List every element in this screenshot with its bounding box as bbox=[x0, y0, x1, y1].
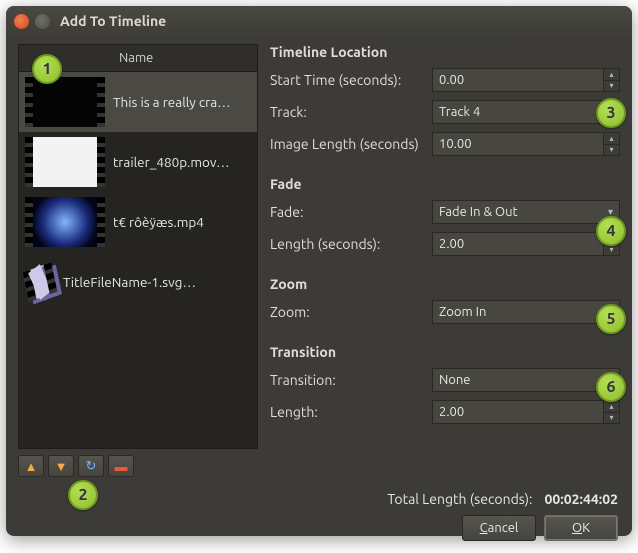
fade-length-input[interactable]: 2.00 ▴▾ bbox=[432, 232, 620, 256]
cancel-button[interactable]: Cancel bbox=[462, 515, 536, 541]
callout-badge-3: 3 bbox=[596, 98, 626, 128]
section-title-zoom: Zoom bbox=[270, 276, 620, 292]
section-title-fade: Fade bbox=[270, 176, 620, 192]
move-up-button[interactable]: ▲ bbox=[18, 455, 44, 477]
minimize-icon[interactable] bbox=[35, 14, 50, 29]
transition-select[interactable]: None ▾ bbox=[432, 368, 620, 392]
callout-badge-4: 4 bbox=[596, 216, 626, 246]
file-name: This is a really cra… bbox=[113, 94, 231, 110]
transition-length-label: Length: bbox=[270, 404, 432, 420]
shuffle-button[interactable]: ↻ bbox=[78, 455, 104, 477]
callout-badge-6: 6 bbox=[596, 372, 626, 402]
zoom-label: Zoom: bbox=[270, 304, 432, 320]
image-length-label: Image Length (seconds) bbox=[270, 136, 432, 152]
thumbnail bbox=[25, 77, 105, 127]
total-length-value: 00:02:44:02 bbox=[545, 491, 619, 507]
section-title-timeline: Timeline Location bbox=[270, 44, 620, 60]
transition-label: Transition: bbox=[270, 372, 432, 388]
thumbnail bbox=[25, 137, 105, 187]
stepper-icon[interactable]: ▴▾ bbox=[603, 69, 619, 91]
fade-length-label: Length (seconds): bbox=[270, 236, 432, 252]
stepper-icon[interactable]: ▴▾ bbox=[603, 133, 619, 155]
titlebar: Add To Timeline bbox=[6, 6, 632, 36]
dialog-window: Add To Timeline Name This is a really cr… bbox=[6, 6, 632, 536]
list-item[interactable]: trailer_480p.mov… bbox=[19, 132, 257, 192]
callout-badge-1: 1 bbox=[32, 54, 62, 84]
image-length-input[interactable]: 10.00 ▴▾ bbox=[432, 132, 620, 156]
fade-label: Fade: bbox=[270, 204, 432, 220]
list-item[interactable]: TitleFileName-1.svg… bbox=[19, 252, 257, 312]
toolbar: ▲ ▼ ↻ ▬ bbox=[6, 449, 632, 477]
file-list-body[interactable]: This is a really cra… trailer_480p.mov… … bbox=[18, 71, 258, 449]
move-down-button[interactable]: ▼ bbox=[48, 455, 74, 477]
stepper-icon[interactable]: ▴▾ bbox=[603, 401, 619, 423]
file-name: t€ rôèÿæs.mp4 bbox=[113, 214, 204, 230]
track-select[interactable]: Track 4 ▾ bbox=[432, 100, 620, 124]
track-label: Track: bbox=[270, 104, 432, 120]
file-name: TitleFileName-1.svg… bbox=[63, 274, 196, 290]
form-panel: Timeline Location Start Time (seconds): … bbox=[270, 44, 620, 449]
close-icon[interactable] bbox=[14, 14, 29, 29]
thumbnail bbox=[25, 197, 105, 247]
window-title: Add To Timeline bbox=[60, 13, 166, 29]
zoom-select[interactable]: Zoom In ▾ bbox=[432, 300, 620, 324]
list-item[interactable]: t€ rôèÿæs.mp4 bbox=[19, 192, 257, 252]
start-time-label: Start Time (seconds): bbox=[270, 72, 432, 88]
footer: Total Length (seconds): 00:02:44:02 bbox=[6, 477, 632, 507]
callout-badge-5: 5 bbox=[596, 304, 626, 334]
ok-button[interactable]: OK bbox=[544, 515, 618, 541]
callout-badge-2: 2 bbox=[68, 480, 98, 510]
thumbnail bbox=[23, 262, 58, 302]
section-title-transition: Transition bbox=[270, 344, 620, 360]
file-list: Name This is a really cra… trailer_480p.… bbox=[18, 44, 258, 449]
remove-button[interactable]: ▬ bbox=[108, 455, 134, 477]
transition-length-input[interactable]: 2.00 ▴▾ bbox=[432, 400, 620, 424]
start-time-input[interactable]: 0.00 ▴▾ bbox=[432, 68, 620, 92]
file-name: trailer_480p.mov… bbox=[113, 154, 230, 170]
total-length-label: Total Length (seconds): bbox=[387, 491, 532, 507]
fade-select[interactable]: Fade In & Out ▾ bbox=[432, 200, 620, 224]
